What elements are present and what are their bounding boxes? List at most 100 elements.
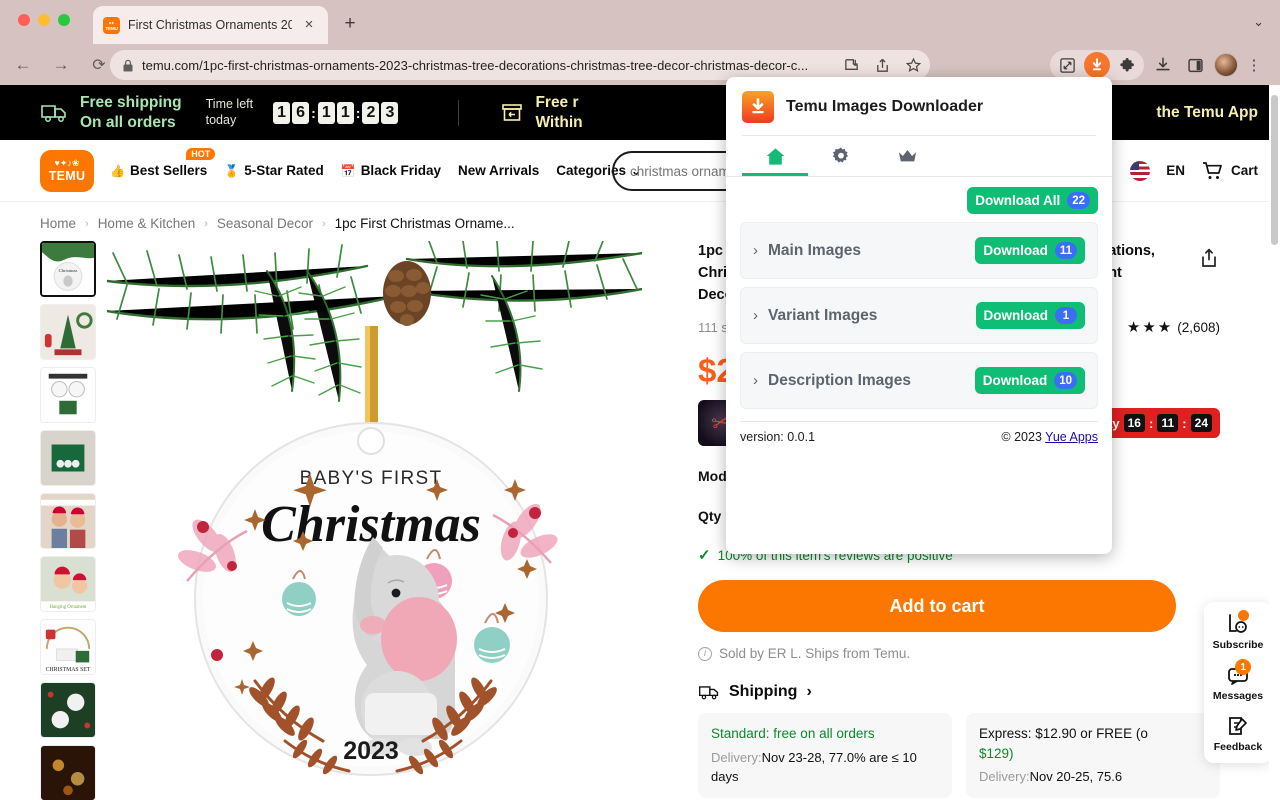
nav-item-best-sellers[interactable]: 👍 Best Sellers HOT xyxy=(110,148,216,178)
new-tab-button[interactable]: + xyxy=(338,13,362,37)
us-flag-icon[interactable] xyxy=(1130,160,1151,181)
popup-tab-premium[interactable] xyxy=(874,136,940,176)
thumbnail-ornament-on-white[interactable]: Christmas xyxy=(40,241,96,297)
close-tab-button[interactable]: × xyxy=(300,16,318,34)
download-description-images-button[interactable]: Download 10 xyxy=(974,367,1085,394)
thumbs-up-icon: 👍 xyxy=(110,163,125,178)
shipping-truck-icon xyxy=(41,104,66,122)
promo-returns-line1: Free r xyxy=(535,94,579,112)
shipping-truck-icon xyxy=(699,686,719,700)
floater-label: Messages xyxy=(1212,690,1264,702)
home-icon xyxy=(766,147,784,165)
hot-badge: HOT xyxy=(186,148,216,160)
install-app-icon[interactable] xyxy=(843,57,860,74)
forward-button[interactable]: → xyxy=(46,50,76,80)
window-traffic-lights[interactable] xyxy=(18,14,70,26)
delivery-value: Nov 20-25, 75.6 xyxy=(1029,769,1123,785)
tab-title: First Christmas Ornaments 20 xyxy=(128,18,292,32)
thumbnail-lit-christmas-tree[interactable] xyxy=(40,745,96,800)
profile-avatar[interactable] xyxy=(1214,53,1238,77)
page-scrollbar-thumb[interactable] xyxy=(1271,95,1278,245)
floater-feedback[interactable]: Feedback xyxy=(1214,714,1262,753)
popup-tab-settings[interactable] xyxy=(808,136,874,176)
shipping-header[interactable]: Shipping › xyxy=(698,683,1220,701)
browser-chrome: ♥✦ TEMU First Christmas Ornaments 20 × + … xyxy=(0,0,1280,85)
sold-by-text: Sold by ER L. Ships from Temu. xyxy=(719,646,911,662)
share-icon[interactable] xyxy=(1198,247,1220,269)
breadcrumb-item-home[interactable]: Home xyxy=(40,216,76,231)
chevron-right-icon[interactable]: › xyxy=(753,372,758,389)
yue-apps-link[interactable]: Yue Apps xyxy=(1045,430,1098,444)
bookmark-star-icon[interactable] xyxy=(905,57,922,74)
thumbnail-ornaments-on-tree[interactable] xyxy=(40,682,96,738)
feedback-icon xyxy=(1229,717,1247,735)
breadcrumb-item-seasonal-decor[interactable]: Seasonal Decor xyxy=(217,216,313,231)
floater-messages[interactable]: 1 Messages xyxy=(1212,659,1264,702)
thumbnail-ornament-set-display[interactable] xyxy=(40,367,96,423)
delivery-label: Delivery: xyxy=(711,749,762,765)
promo-free-shipping[interactable]: Free shipping On all orders Time left to… xyxy=(40,93,399,132)
nav-label: 5-Star Rated xyxy=(244,163,324,178)
crown-icon xyxy=(898,149,916,161)
download-all-button[interactable]: Download All 22 xyxy=(967,187,1098,214)
back-button[interactable]: ← xyxy=(8,50,38,80)
temu-logo-glyph: ♥✦♪❀ xyxy=(54,157,80,168)
floater-subscribe[interactable]: Subscribe xyxy=(1212,610,1264,651)
section-main-images[interactable]: › Main Images Download 11 xyxy=(740,222,1098,279)
add-to-cart-button[interactable]: Add to cart xyxy=(698,580,1176,633)
side-panel-icon[interactable] xyxy=(1182,52,1208,78)
temu-downloader-extension-icon[interactable] xyxy=(1084,52,1110,78)
fullscreen-icon[interactable] xyxy=(1054,52,1080,78)
download-arrow-icon xyxy=(742,91,774,123)
info-icon: i xyxy=(698,646,712,661)
promo-line2: On all orders xyxy=(80,113,176,131)
countdown-minutes: 11 xyxy=(1157,414,1179,433)
downloads-icon[interactable] xyxy=(1150,52,1176,78)
share-icon[interactable] xyxy=(874,57,891,74)
thumbnail-christmas-tree-room[interactable] xyxy=(40,304,96,360)
maximize-window-button[interactable] xyxy=(58,14,70,26)
popup-tab-home[interactable] xyxy=(742,136,808,176)
shipping-option-standard[interactable]: Standard: free on all orders Delivery:No… xyxy=(698,713,952,799)
chevron-right-icon: › xyxy=(806,683,812,701)
popup-tab-active-indicator xyxy=(742,173,808,176)
timer-digit: 1 xyxy=(273,101,291,124)
close-window-button[interactable] xyxy=(18,14,30,26)
chrome-menu-icon[interactable]: ⋮ xyxy=(1244,56,1264,74)
rating-stars[interactable]: ★ ★ ★ (2,608) xyxy=(1127,318,1220,336)
thumbnail-christmas-set-card[interactable]: CHRISTMAS SET xyxy=(40,619,96,675)
download-count: 1 xyxy=(1055,307,1077,324)
download-variant-images-button[interactable]: Download 1 xyxy=(975,302,1085,329)
extensions-puzzle-icon[interactable] xyxy=(1114,52,1140,78)
nav-item-new-arrivals[interactable]: New Arrivals xyxy=(458,163,539,178)
thumbnail-couple-with-gift[interactable] xyxy=(40,493,96,549)
cart-button[interactable]: Cart xyxy=(1201,160,1258,182)
popup-title: Temu Images Downloader xyxy=(786,98,984,115)
minimize-window-button[interactable] xyxy=(38,14,50,26)
promo-temu-app[interactable]: the Temu App xyxy=(1156,103,1258,122)
tab-list-chevron-icon[interactable]: ⌄ xyxy=(1253,14,1264,30)
language-label[interactable]: EN xyxy=(1166,163,1185,178)
section-variant-images[interactable]: › Variant Images Download 1 xyxy=(740,287,1098,344)
thumbnail-family-santa-hats[interactable]: Hanging Ornament xyxy=(40,556,96,612)
page-scrollbar[interactable] xyxy=(1269,85,1280,800)
thumbnail-green-advent-calendar[interactable] xyxy=(40,430,96,486)
chevron-right-icon[interactable]: › xyxy=(753,242,758,259)
section-description-images[interactable]: › Description Images Download 10 xyxy=(740,352,1098,409)
section-title: Description Images xyxy=(768,371,911,389)
nav-item-black-friday[interactable]: 📅 Black Friday xyxy=(341,163,441,178)
temu-logo[interactable]: ♥✦♪❀ TEMU xyxy=(40,149,94,192)
promo-free-returns[interactable]: Free r Within xyxy=(499,93,583,132)
nav-item-5-star-rated[interactable]: 🏅 5-Star Rated xyxy=(224,163,323,178)
floater-label: Subscribe xyxy=(1212,639,1264,651)
browser-tab[interactable]: ♥✦ TEMU First Christmas Ornaments 20 × xyxy=(93,6,328,44)
promo-app-text: the Temu App xyxy=(1156,103,1258,121)
main-product-image[interactable]: BABY'S FIRST Christmas 2023 xyxy=(107,241,642,776)
shipping-option-express[interactable]: Express: $12.90 or FREE (o $129) Deliver… xyxy=(966,713,1220,799)
star-icon: ★ xyxy=(1126,319,1141,337)
chevron-right-icon[interactable]: › xyxy=(753,307,758,324)
nav-label: Black Friday xyxy=(360,163,441,178)
download-main-images-button[interactable]: Download 11 xyxy=(975,237,1085,264)
address-bar[interactable]: temu.com/1pc-first-christmas-ornaments-2… xyxy=(110,50,930,80)
breadcrumb-item-home-kitchen[interactable]: Home & Kitchen xyxy=(98,216,196,231)
